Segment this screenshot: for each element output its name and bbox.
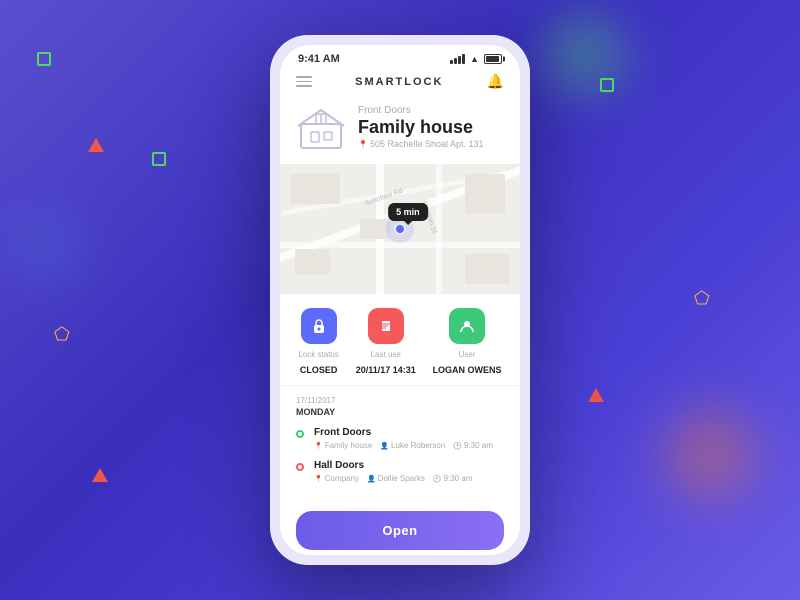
phone-frame: 9:41 AM ▲ [270,35,530,565]
wifi-icon: ▲ [470,54,479,64]
open-button[interactable]: Open [296,511,504,550]
history-title-1: Front Doors [314,427,504,438]
hamburger-menu[interactable] [296,76,312,87]
deco-triangle-3 [92,468,108,482]
deco-pentagon-2: ⬠ [694,288,710,309]
map-background: Schofield Rd Franklin St 5 min [280,164,520,294]
history-location-1: Family house [325,441,373,450]
history-day: MONDAY [296,407,504,417]
history-title-2: Hall Doors [314,460,504,471]
bg-blob-orange [665,410,755,500]
bg-blob-green [545,15,625,95]
app-title: SMARTLOCK [355,76,443,88]
property-label: Front Doors [358,105,484,116]
map-section[interactable]: Schofield Rd Franklin St 5 min [280,164,520,294]
open-button-container: Open [280,503,520,555]
clock-icon-1: 🕐 [453,442,462,450]
house-icon [296,102,346,152]
deco-square-1 [37,52,51,66]
history-time-1: 9:30 am [464,441,493,450]
person-icon-2: 👤 [367,475,376,483]
stat-lock-status: Lock status CLOSED [298,308,338,375]
user-icon [449,308,485,344]
stat-lock-label: Lock status [298,350,338,359]
map-tooltip: 5 min [388,203,428,221]
history-date: 17/11/2017 [296,396,504,405]
stat-user-label: User [459,350,476,359]
deco-triangle-1 [88,138,104,152]
history-item-2[interactable]: Hall Doors 📍 Company 👤 Dollie Sparks [296,460,504,483]
stat-lastuse-label: Last use [371,350,401,359]
history-dot-red-2 [296,460,304,471]
stat-last-use: Last use 20/11/17 14:31 [356,308,416,375]
property-address: 📍 505 Rachelle Shoal Apt. 131 [358,139,484,149]
deco-pentagon-1: ⬠ [54,324,70,345]
clock-icon [368,308,404,344]
property-section: Front Doors Family house 📍 505 Rachelle … [280,98,520,164]
property-info: Front Doors Family house 📍 505 Rachelle … [358,105,484,150]
history-section: 17/11/2017 MONDAY Front Doors 📍 Family h… [280,386,520,503]
clock-icon-2: 🕐 [433,475,442,483]
history-person-2: Dollie Sparks [378,474,425,483]
notification-icon[interactable]: 🔔 [487,73,504,90]
history-location-2: Company [325,474,359,483]
location-pin-icon: 📍 [358,140,368,149]
status-bar: 9:41 AM ▲ [280,45,520,69]
stat-lock-value: CLOSED [300,365,338,375]
history-dot-green-1 [296,427,304,438]
property-name: Family house [358,118,484,138]
deco-square-2 [152,152,166,166]
stats-section: Lock status CLOSED Last use 20/11/17 14:… [280,294,520,386]
history-time-2: 9:30 am [444,474,473,483]
history-person-1: Luke Roberson [391,441,445,450]
history-meta-1: 📍 Family house 👤 Luke Roberson 🕐 9:30 am [314,441,504,450]
signal-icon [450,54,465,64]
app-header: SMARTLOCK 🔔 [280,69,520,98]
deco-triangle-2 [588,388,604,402]
history-item-1[interactable]: Front Doors 📍 Family house 👤 Luke Robers… [296,427,504,450]
history-meta-2: 📍 Company 👤 Dollie Sparks 🕐 9:30 am [314,474,504,483]
location-icon-1: 📍 [314,442,323,450]
stat-user: User LOGAN OWENS [433,308,502,375]
deco-square-3 [600,78,614,92]
battery-icon [484,54,502,64]
stat-user-value: LOGAN OWENS [433,365,502,375]
status-time: 9:41 AM [298,53,340,65]
location-icon-2: 📍 [314,475,323,483]
person-icon-1: 👤 [380,442,389,450]
lock-status-icon [301,308,337,344]
bg-blob-blue [10,210,80,280]
stat-lastuse-value: 20/11/17 14:31 [356,365,416,375]
status-icons: ▲ [450,54,502,64]
